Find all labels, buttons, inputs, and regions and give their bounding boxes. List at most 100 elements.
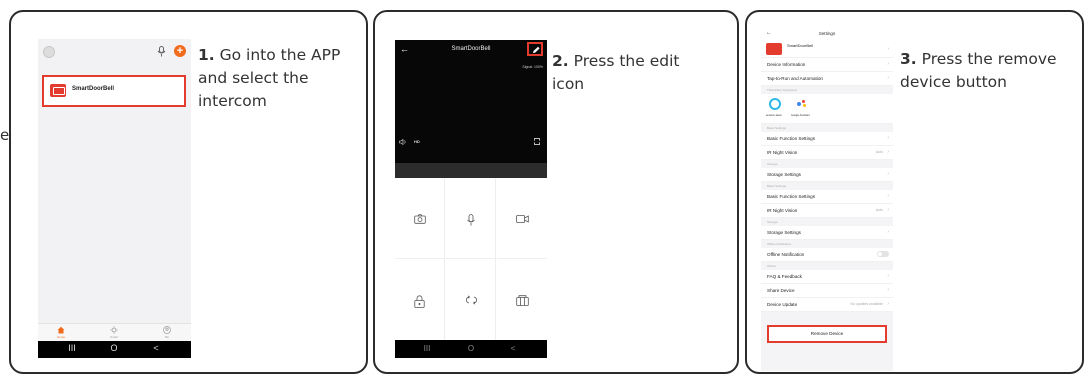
row-label: Device Update [767, 302, 798, 307]
row-label: Storage Settings [767, 172, 801, 177]
row-label: Tap-to-Run and Automation [767, 76, 823, 81]
tab-smart[interactable]: Smart [99, 325, 129, 339]
row-label: Device Information [767, 62, 806, 67]
add-device-icon[interactable]: + [174, 45, 186, 57]
home-nav-button[interactable]: O [104, 343, 124, 353]
signal-strength: Signal: 100% [522, 65, 543, 69]
section-label: Storage [767, 162, 778, 166]
lock-icon [414, 295, 425, 308]
phone-screen-live-view: ← SmartDoorBell Signal: 100% HD III O < [395, 40, 547, 358]
chevron-right-icon: › [887, 171, 889, 177]
screen-title: SmartDoorBell [451, 46, 491, 52]
section-label: Basic Settings [767, 184, 787, 188]
microphone-icon[interactable] [157, 46, 166, 57]
chevron-right-icon: › [887, 229, 889, 235]
home-icon [57, 326, 65, 334]
settings-row-ir-night-vision[interactable]: IR Night Vision Auto › [761, 204, 893, 218]
back-nav-button[interactable]: < [503, 344, 523, 353]
gallery-control[interactable] [497, 259, 547, 340]
device-card-smartdoorbell[interactable]: SmartDoorBell [42, 75, 186, 107]
section-basic-settings: Basic Settings [761, 124, 893, 132]
third-party-services: amazon alexa Google Assistant [761, 94, 893, 124]
chevron-right-icon: › [887, 46, 889, 52]
microphone-icon [467, 214, 475, 226]
section-storage: Storage [761, 218, 893, 226]
speaker-icon[interactable] [399, 139, 408, 145]
section-basic-settings: Basic Settings [761, 182, 893, 190]
settings-row-storage[interactable]: Storage Settings › [761, 168, 893, 182]
google-assistant-icon[interactable] [797, 100, 807, 108]
tab-home[interactable]: Home [46, 325, 76, 339]
rotate-control[interactable] [446, 259, 496, 340]
section-others: Others [761, 262, 893, 270]
step-1-caption: 1. Go into the APP and select the interc… [198, 44, 366, 113]
screenshot-control[interactable] [395, 178, 445, 259]
tab-me[interactable]: Me [152, 325, 182, 339]
screen-title: Settings [818, 31, 836, 36]
section-label: Storage [767, 220, 778, 224]
remove-device-button[interactable]: Remove Device [767, 325, 887, 343]
home-nav-button[interactable]: O [461, 344, 481, 353]
quality-toggle[interactable]: HD [414, 139, 420, 144]
video-feed[interactable]: ← SmartDoorBell Signal: 100% HD [395, 40, 547, 163]
row-value: Auto [875, 150, 883, 154]
instruction-page: e + SmartDoorBell Home Smart Me III O < … [0, 0, 1089, 380]
offline-notification-toggle[interactable] [877, 251, 889, 257]
pencil-icon [533, 46, 540, 53]
recent-apps-button[interactable]: III [417, 344, 437, 353]
step-1-text: Go into the APP and select the intercom [198, 46, 341, 110]
home-header: + [38, 39, 191, 75]
chevron-right-icon: › [887, 149, 889, 155]
row-label: Offline Notification [767, 252, 805, 257]
settings-row-share-device[interactable]: Share Device › [761, 284, 893, 298]
row-label: Share Device [767, 288, 795, 293]
settings-row-basic-function[interactable]: Basic Function Settings › [761, 132, 893, 146]
doorbell-device-icon [50, 84, 66, 97]
divider-strip [395, 163, 547, 178]
settings-row-faq[interactable]: FAQ & Feedback › [761, 270, 893, 284]
chevron-right-icon: › [887, 207, 889, 213]
step-2-panel: ← SmartDoorBell Signal: 100% HD III O < … [373, 10, 739, 374]
settings-row-storage[interactable]: Storage Settings › [761, 226, 893, 240]
alexa-icon[interactable] [769, 98, 781, 110]
unlock-control[interactable] [395, 259, 445, 340]
doorbell-device-icon [766, 43, 782, 55]
talk-control[interactable] [446, 178, 496, 259]
settings-row-basic-function[interactable]: Basic Function Settings › [761, 190, 893, 204]
row-label: Storage Settings [767, 230, 801, 235]
google-assistant-label: Google Assistant [791, 114, 810, 117]
refresh-icon [466, 295, 477, 305]
edit-button[interactable] [527, 42, 543, 56]
chevron-right-icon: › [887, 287, 889, 293]
recent-apps-button[interactable]: III [62, 343, 82, 353]
sun-icon [110, 326, 118, 334]
row-label: Basic Function Settings [767, 194, 816, 199]
chevron-right-icon: › [887, 301, 889, 307]
cropped-text-fragment: e [0, 126, 10, 144]
chevron-right-icon: › [887, 61, 889, 67]
section-label: Basic Settings [767, 126, 787, 130]
settings-row-offline-notification: Offline Notification [761, 248, 893, 262]
fullscreen-icon[interactable] [534, 138, 540, 145]
avatar[interactable] [43, 46, 55, 58]
chevron-right-icon: › [887, 135, 889, 141]
section-label: Offline Notification [767, 242, 792, 246]
section-third-party: Third-Party Supported [761, 86, 893, 94]
section-storage: Storage [761, 160, 893, 168]
step-1-panel: + SmartDoorBell Home Smart Me III O < 1.… [9, 10, 368, 374]
camera-icon [414, 214, 426, 224]
back-nav-button[interactable]: < [146, 343, 166, 353]
settings-row-ir-night-vision[interactable]: IR Night Vision Auto › [761, 146, 893, 160]
settings-row-tap-to-run[interactable]: Tap-to-Run and Automation › [761, 72, 893, 86]
record-control[interactable] [497, 178, 547, 259]
tab-me-label: Me [164, 335, 170, 339]
device-header-row[interactable]: SmartDoorBell › [761, 39, 893, 58]
section-label: Third-Party Supported [767, 88, 797, 92]
settings-row-device-information[interactable]: Device Information › [761, 58, 893, 72]
settings-row-device-update[interactable]: Device Update No updates available › [761, 298, 893, 312]
step-1-number: 1. [198, 46, 215, 64]
step-2-caption: 2. Press the edit icon [552, 50, 702, 96]
step-3-caption: 3. Press the remove device button [900, 48, 1080, 94]
device-name: SmartDoorBell [72, 86, 115, 92]
android-nav-bar: III O < [38, 341, 191, 358]
